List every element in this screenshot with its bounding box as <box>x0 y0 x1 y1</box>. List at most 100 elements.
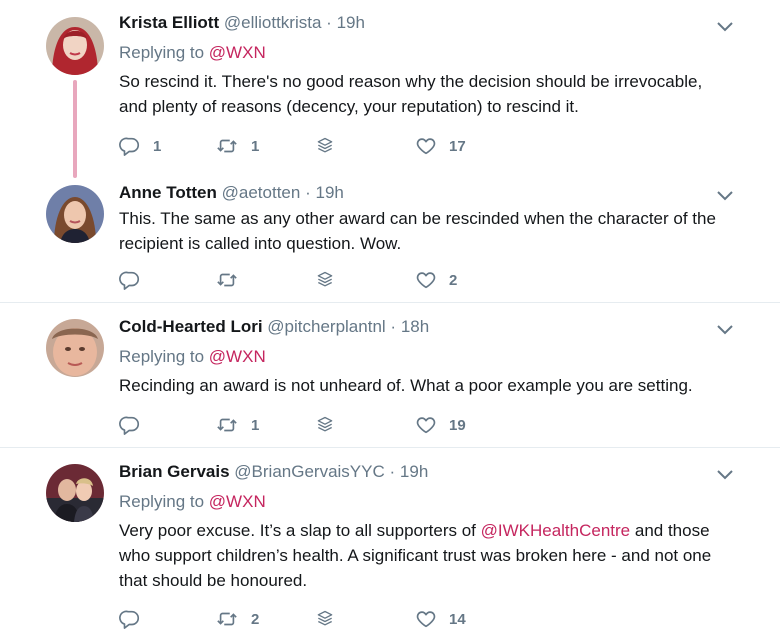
chevron-down-icon[interactable] <box>716 323 734 337</box>
author-handle[interactable]: @aetotten <box>222 183 301 202</box>
like-button[interactable]: 14 <box>415 607 466 631</box>
tweet-actions: 1 19 <box>119 413 519 437</box>
like-button[interactable]: 2 <box>415 268 457 292</box>
tweet-text-segment: and those <box>630 521 710 540</box>
chevron-down-icon[interactable] <box>716 468 734 482</box>
separator-dot: · <box>389 462 396 481</box>
replying-to-label: Replying to <box>119 347 205 366</box>
stack-button[interactable] <box>315 134 335 158</box>
retweet-button[interactable]: 1 <box>215 413 259 437</box>
stack-button[interactable] <box>315 607 335 631</box>
replying-to: Replying to @WXN <box>119 492 266 512</box>
mention-link[interactable]: @IWKHealthCentre <box>481 521 631 540</box>
tweet-header: Anne Totten @aetotten · 19h <box>119 183 344 203</box>
like-count: 2 <box>449 271 458 289</box>
tweet-actions: 2 14 <box>119 607 519 631</box>
tweet-text-line: that should be honoured. <box>119 571 308 590</box>
retweet-icon <box>215 269 239 291</box>
author-name[interactable]: Cold-Hearted Lori <box>119 317 263 336</box>
reply-button[interactable] <box>119 607 141 631</box>
like-count: 14 <box>449 610 466 628</box>
retweet-icon <box>215 608 239 630</box>
replying-to: Replying to @WXN <box>119 43 266 63</box>
tweet-text-line: and plenty of reasons (decency, your rep… <box>119 97 579 116</box>
author-handle[interactable]: @BrianGervaisYYC <box>234 462 384 481</box>
stack-button[interactable] <box>315 268 335 292</box>
tweet-actions: 1 1 17 <box>119 134 519 158</box>
tweet-text-line: Very poor excuse. It’s a slap to all sup… <box>119 518 759 543</box>
reply-icon <box>119 608 141 630</box>
like-count: 19 <box>449 416 466 434</box>
tweet-text: Very poor excuse. It’s a slap to all sup… <box>119 518 759 593</box>
mention-link[interactable]: @WXN <box>209 347 266 366</box>
heart-icon <box>415 269 437 291</box>
avatar[interactable] <box>46 185 104 243</box>
like-count: 17 <box>449 137 466 155</box>
reply-icon <box>119 269 141 291</box>
tweet-anne-totten[interactable]: Anne Totten @aetotten · 19h This. The sa… <box>0 170 780 302</box>
stack-icon <box>315 270 335 290</box>
tweet-actions: 2 <box>119 268 519 292</box>
tweet-text-line: Recinding an award is not unheard of. Wh… <box>119 376 693 395</box>
retweet-count: 1 <box>251 137 260 155</box>
reply-icon <box>119 135 141 157</box>
separator-dot: · <box>390 317 397 336</box>
stack-icon <box>315 136 335 156</box>
tweet-header: Brian Gervais @BrianGervaisYYC · 19h <box>119 462 428 482</box>
heart-icon <box>415 135 437 157</box>
stack-icon <box>315 415 335 435</box>
retweet-icon <box>215 414 239 436</box>
replying-to: Replying to @WXN <box>119 347 266 367</box>
like-button[interactable]: 17 <box>415 134 466 158</box>
avatar[interactable] <box>46 17 104 75</box>
chevron-down-icon[interactable] <box>716 20 734 34</box>
mention-link[interactable]: @WXN <box>209 43 266 62</box>
replying-to-label: Replying to <box>119 492 205 511</box>
author-handle[interactable]: @pitcherplantnl <box>267 317 385 336</box>
author-name[interactable]: Brian Gervais <box>119 462 230 481</box>
chevron-down-icon[interactable] <box>716 189 734 203</box>
author-name[interactable]: Anne Totten <box>119 183 217 202</box>
avatar[interactable] <box>46 464 104 522</box>
timestamp[interactable]: 19h <box>337 13 365 32</box>
tweet-text: So rescind it. There's no good reason wh… <box>119 69 759 119</box>
author-handle[interactable]: @elliottkrista <box>224 13 322 32</box>
separator-dot: · <box>326 13 332 32</box>
stack-icon <box>315 609 335 629</box>
mention-link[interactable]: @WXN <box>209 492 266 511</box>
tweet-header: Krista Elliott @elliottkrista · 19h <box>119 13 365 33</box>
timestamp[interactable]: 18h <box>401 317 429 336</box>
reply-button[interactable] <box>119 268 141 292</box>
reply-count: 1 <box>153 137 162 155</box>
retweet-button[interactable]: 1 <box>215 134 259 158</box>
author-name[interactable]: Krista Elliott <box>119 13 219 32</box>
tweet-text-line: So rescind it. There's no good reason wh… <box>119 72 703 91</box>
timestamp[interactable]: 19h <box>400 462 428 481</box>
reply-icon <box>119 414 141 436</box>
heart-icon <box>415 608 437 630</box>
tweet-text-line: recipient is called into question. Wow. <box>119 234 402 253</box>
heart-icon <box>415 414 437 436</box>
retweet-count: 2 <box>251 610 260 628</box>
retweet-count: 1 <box>251 416 260 434</box>
like-button[interactable]: 19 <box>415 413 466 437</box>
tweet-text: Recinding an award is not unheard of. Wh… <box>119 373 759 398</box>
reply-button[interactable] <box>119 413 141 437</box>
retweet-button[interactable]: 2 <box>215 607 259 631</box>
tweet-cold-hearted-lori[interactable]: Cold-Hearted Lori @pitcherplantnl · 18h … <box>0 303 780 447</box>
separator-dot: · <box>305 183 311 202</box>
timestamp[interactable]: 19h <box>315 183 343 202</box>
tweet-text-segment: Very poor excuse. It’s a slap to all sup… <box>119 521 481 540</box>
replying-to-label: Replying to <box>119 43 205 62</box>
stack-button[interactable] <box>315 413 335 437</box>
retweet-icon <box>215 135 239 157</box>
tweet-brian-gervais[interactable]: Brian Gervais @BrianGervaisYYC · 19h Rep… <box>0 448 780 638</box>
reply-button[interactable]: 1 <box>119 134 161 158</box>
avatar[interactable] <box>46 319 104 377</box>
tweet-text-line: This. The same as any other award can be… <box>119 209 716 228</box>
retweet-button[interactable] <box>215 268 239 292</box>
tweet-krista-elliott[interactable]: Krista Elliott @elliottkrista · 19h Repl… <box>0 0 780 170</box>
tweet-text: This. The same as any other award can be… <box>119 206 759 256</box>
tweet-text-line: who support children’s health. A signifi… <box>119 546 712 565</box>
tweet-header: Cold-Hearted Lori @pitcherplantnl · 18h <box>119 317 429 337</box>
